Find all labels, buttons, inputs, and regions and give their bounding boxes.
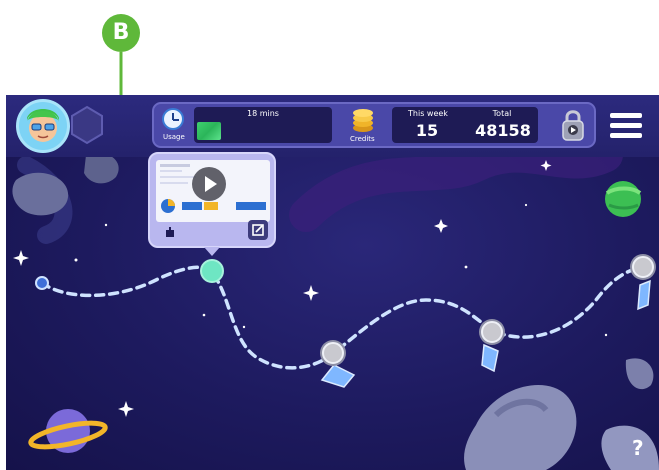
map-node-start[interactable]: [35, 276, 49, 290]
map-node-locked[interactable]: [481, 321, 503, 343]
padlock-icon[interactable]: [560, 108, 586, 142]
top-hud: Usage 18 mins Credits This week Total 15…: [6, 95, 659, 157]
game-map: Usage 18 mins Credits This week Total 15…: [6, 95, 659, 470]
score-box: This week Total 15 48158: [392, 107, 538, 143]
clock-icon: [162, 108, 184, 130]
this-week-label: This week: [408, 109, 448, 118]
map-node-current[interactable]: [200, 259, 224, 283]
usage-minutes: 18 mins: [247, 109, 279, 118]
annotation-marker: B: [102, 14, 140, 52]
edit-icon[interactable]: [248, 220, 268, 240]
coins-icon: [353, 109, 373, 132]
total-label: Total: [492, 109, 512, 118]
total-value: 48158: [475, 121, 531, 140]
usage-progress-fill: [197, 122, 221, 140]
play-icon[interactable]: [192, 167, 226, 201]
usage-label: Usage: [163, 133, 185, 141]
map-node-locked[interactable]: [322, 342, 344, 364]
this-week-value: 15: [415, 121, 439, 140]
stats-panel: Usage 18 mins Credits This week Total 15…: [152, 102, 596, 148]
activity-type-icon: [166, 227, 174, 237]
avatar-icon: [27, 109, 59, 142]
avatar[interactable]: [16, 99, 70, 153]
activity-preview-card[interactable]: [148, 152, 276, 256]
usage-meter: 18 mins: [194, 107, 332, 143]
hamburger-menu-icon[interactable]: [610, 113, 642, 139]
help-icon[interactable]: ?: [632, 436, 644, 460]
credits-label: Credits: [350, 135, 375, 143]
map-node-locked[interactable]: [632, 256, 654, 278]
hexagon-badge-icon[interactable]: [70, 105, 104, 145]
